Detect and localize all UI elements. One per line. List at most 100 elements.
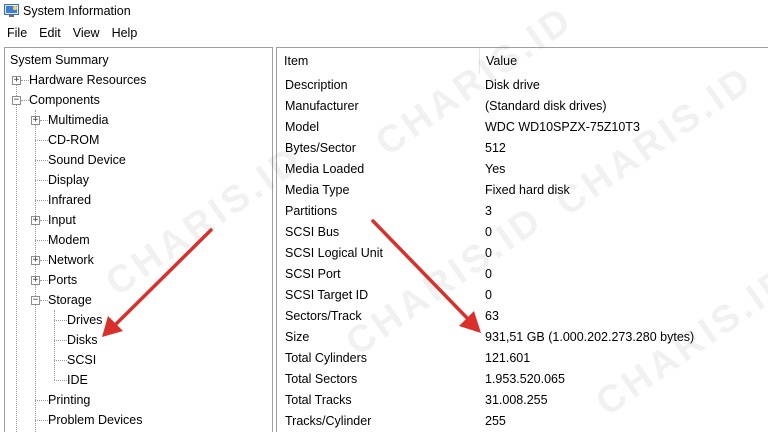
row-value: 0 [485, 246, 492, 260]
tree-item-system-summary[interactable]: System Summary [10, 50, 109, 70]
tree-connector [54, 360, 67, 361]
tree-item-label: Problem Devices [48, 413, 143, 427]
menu-view[interactable]: View [67, 23, 106, 43]
collapse-icon[interactable]: − [12, 96, 21, 105]
tree-item-label: System Summary [10, 53, 109, 67]
menu-bar: File Edit View Help [0, 23, 768, 43]
row-item: Total Tracks [285, 393, 352, 407]
details-list[interactable]: Item Value Description Disk drive Manufac… [276, 47, 768, 432]
tree-item-cd-rom[interactable]: CD-ROM [48, 130, 99, 150]
table-row[interactable]: Bytes/Sector 512 [277, 138, 768, 159]
expand-icon[interactable]: + [31, 256, 40, 265]
tree-item-display[interactable]: Display [48, 170, 89, 190]
row-value: Fixed hard disk [485, 183, 570, 197]
tree-item-storage[interactable]: Storage [48, 290, 92, 310]
tree-item-scsi[interactable]: SCSI [67, 350, 96, 370]
row-value: WDC WD10SPZX-75Z10T3 [485, 120, 640, 134]
tree-item-problem-devices[interactable]: Problem Devices [48, 410, 142, 430]
row-value: 3 [485, 204, 492, 218]
tree-item-sound-device[interactable]: Sound Device [48, 150, 126, 170]
column-header-value[interactable]: Value [479, 48, 768, 74]
table-row[interactable]: Media Loaded Yes [277, 159, 768, 180]
menu-edit[interactable]: Edit [33, 23, 67, 43]
tree-connector [35, 110, 36, 432]
tree-item-hardware-resources[interactable]: Hardware Resources [29, 70, 146, 90]
tree-connector [54, 320, 67, 321]
tree-item-label: CD-ROM [48, 133, 100, 147]
tree-item-label: Storage [48, 293, 92, 307]
category-tree[interactable]: System Summary + Hardware Resources − Co… [4, 47, 273, 432]
tree-item-label: Sound Device [48, 153, 126, 167]
expand-icon[interactable]: + [31, 116, 40, 125]
table-row[interactable]: Description Disk drive [277, 75, 768, 96]
row-item: Media Type [285, 183, 350, 197]
tree-item-ide[interactable]: IDE [67, 370, 88, 390]
row-item: SCSI Logical Unit [285, 246, 383, 260]
tree-connector [35, 160, 48, 161]
tree-item-modem[interactable]: Modem [48, 230, 90, 250]
tree-connector [40, 220, 48, 221]
tree-connector [21, 80, 29, 81]
tree-item-printing[interactable]: Printing [48, 390, 90, 410]
table-row[interactable]: Total Cylinders 121.601 [277, 348, 768, 369]
row-item: Model [285, 120, 320, 134]
row-value: 0 [485, 225, 492, 239]
row-value: 63 [485, 309, 499, 323]
tree-item-disks[interactable]: Disks [67, 330, 98, 350]
table-row[interactable]: Sectors/Track 63 [277, 306, 768, 327]
row-item: SCSI Port [285, 267, 341, 281]
row-value: Disk drive [485, 78, 540, 92]
collapse-icon[interactable]: − [31, 296, 40, 305]
tree-item-multimedia[interactable]: Multimedia [48, 110, 108, 130]
tree-item-network[interactable]: Network [48, 250, 94, 270]
tree-item-drives[interactable]: Drives [67, 310, 102, 330]
table-row[interactable]: Total Tracks 31.008.255 [277, 390, 768, 411]
row-item: SCSI Target ID [285, 288, 369, 302]
tree-item-label: Ports [48, 273, 78, 287]
tree-connector [35, 200, 48, 201]
tree-item-label: Display [48, 173, 89, 187]
row-value: 121.601 [485, 351, 531, 365]
table-row[interactable]: SCSI Target ID 0 [277, 285, 768, 306]
column-header-item[interactable]: Item [277, 48, 479, 74]
tree-item-ports[interactable]: Ports [48, 270, 77, 290]
tree-item-input[interactable]: Input [48, 210, 76, 230]
tree-item-label: Infrared [48, 193, 92, 207]
menu-file[interactable]: File [0, 23, 33, 43]
tree-connector [54, 340, 67, 341]
tree-item-label: Hardware Resources [29, 73, 147, 87]
tree-connector [16, 80, 17, 432]
table-row[interactable]: Size 931,51 GB (1.000.202.273.280 bytes) [277, 327, 768, 348]
table-row[interactable]: SCSI Port 0 [277, 264, 768, 285]
tree-item-label: Drives [67, 313, 103, 327]
row-item: Sectors/Track [285, 309, 362, 323]
table-row[interactable]: Model WDC WD10SPZX-75Z10T3 [277, 117, 768, 138]
table-row[interactable]: SCSI Logical Unit 0 [277, 243, 768, 264]
window-title: System Information [23, 4, 131, 18]
row-value: (Standard disk drives) [485, 99, 607, 113]
table-row[interactable]: Manufacturer (Standard disk drives) [277, 96, 768, 117]
row-value: 931,51 GB (1.000.202.273.280 bytes) [485, 330, 695, 344]
table-row[interactable]: Partitions 3 [277, 201, 768, 222]
row-item: Size [285, 330, 310, 344]
row-item: Manufacturer [285, 99, 359, 113]
tree-item-label: Input [48, 213, 76, 227]
expand-icon[interactable]: + [31, 276, 40, 285]
table-row[interactable]: SCSI Bus 0 [277, 222, 768, 243]
expand-icon[interactable]: + [31, 216, 40, 225]
expand-icon[interactable]: + [12, 76, 21, 85]
tree-connector [54, 380, 67, 381]
tree-item-infrared[interactable]: Infrared [48, 190, 91, 210]
row-item: SCSI Bus [285, 225, 340, 239]
table-row[interactable]: Total Sectors 1.953.520.065 [277, 369, 768, 390]
table-row[interactable]: Media Type Fixed hard disk [277, 180, 768, 201]
menu-help[interactable]: Help [106, 23, 144, 43]
row-item: Description [285, 78, 348, 92]
system-information-icon [4, 4, 19, 17]
tree-item-label: Modem [48, 233, 90, 247]
tree-item-label: Disks [67, 333, 98, 347]
tree-connector [35, 400, 48, 401]
tree-connector [40, 300, 48, 301]
table-row[interactable]: Tracks/Cylinder 255 [277, 411, 768, 432]
tree-item-components[interactable]: Components [29, 90, 100, 110]
